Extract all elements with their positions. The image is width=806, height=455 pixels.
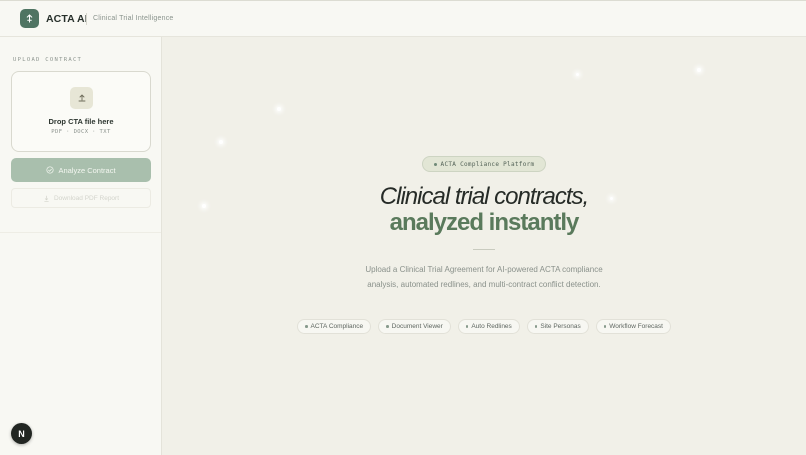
sparkle-decoration — [697, 68, 701, 72]
hero-title-line2: analyzed instantly — [389, 209, 580, 236]
next-logo-icon: N — [18, 428, 25, 439]
download-report-button[interactable]: Download PDF Report — [11, 188, 151, 208]
check-circle-icon — [46, 166, 54, 174]
chip-label: Auto Redlines — [471, 323, 512, 330]
chip-label: Site Personas — [540, 323, 581, 330]
feature-chip: ACTA Compliance — [297, 319, 372, 334]
brand-name: ACTA AI — [46, 13, 88, 25]
section-label: UPLOAD CONTRACT — [13, 57, 83, 63]
chip-label: Document Viewer — [391, 323, 443, 330]
chip-dot-icon — [465, 325, 469, 328]
platform-badge: ACTA Compliance Platform — [422, 156, 546, 172]
upload-icon — [70, 87, 93, 109]
feature-chip: Site Personas — [526, 319, 589, 334]
download-icon — [44, 195, 49, 202]
chip-dot-icon — [386, 325, 389, 328]
sidebar-divider — [0, 232, 161, 233]
badge-label: ACTA Compliance Platform — [440, 160, 535, 168]
upload-arrow-icon — [26, 14, 33, 23]
sidebar: UPLOAD CONTRACT Drop CTA file here PDF ·… — [0, 37, 162, 455]
feature-chip: Workflow Forecast — [595, 319, 671, 334]
app-logo[interactable] — [20, 9, 39, 28]
chip-dot-icon — [534, 325, 538, 328]
chip-label: ACTA Compliance — [310, 323, 364, 330]
dropzone-title: Drop CTA file here — [48, 117, 114, 126]
feature-chips: ACTA Compliance Document Viewer Auto Red… — [162, 319, 806, 334]
sparkle-decoration — [277, 107, 281, 111]
badge-dot-icon — [433, 162, 437, 166]
sparkle-decoration — [576, 73, 579, 76]
file-dropzone[interactable]: Drop CTA file here PDF · DOCX · TXT — [11, 71, 151, 152]
header-divider — [86, 13, 87, 25]
hero-title-line1: Clinical trial contracts, — [379, 183, 589, 210]
chip-dot-icon — [305, 325, 308, 328]
download-button-label: Download PDF Report — [53, 194, 120, 202]
hero-description: Upload a Clinical Trial Agreement for AI… — [365, 265, 603, 289]
next-dev-badge[interactable]: N — [11, 423, 32, 444]
feature-chip: Auto Redlines — [457, 319, 520, 334]
dropzone-formats: PDF · DOCX · TXT — [51, 129, 111, 135]
top-bar: ACTA AI Clinical Trial Intelligence — [0, 0, 806, 37]
main-area: ACTA Compliance Platform Clinical trial … — [162, 37, 806, 455]
analyze-button-label: Analyze Contract — [58, 165, 116, 175]
analyze-contract-button[interactable]: Analyze Contract — [11, 158, 151, 182]
chip-dot-icon — [603, 325, 607, 328]
chip-label: Workflow Forecast — [609, 323, 663, 330]
feature-chip: Document Viewer — [378, 319, 451, 334]
brand-tagline: Clinical Trial Intelligence — [93, 15, 174, 22]
hero-divider — [473, 249, 495, 250]
sparkle-decoration — [219, 140, 223, 144]
